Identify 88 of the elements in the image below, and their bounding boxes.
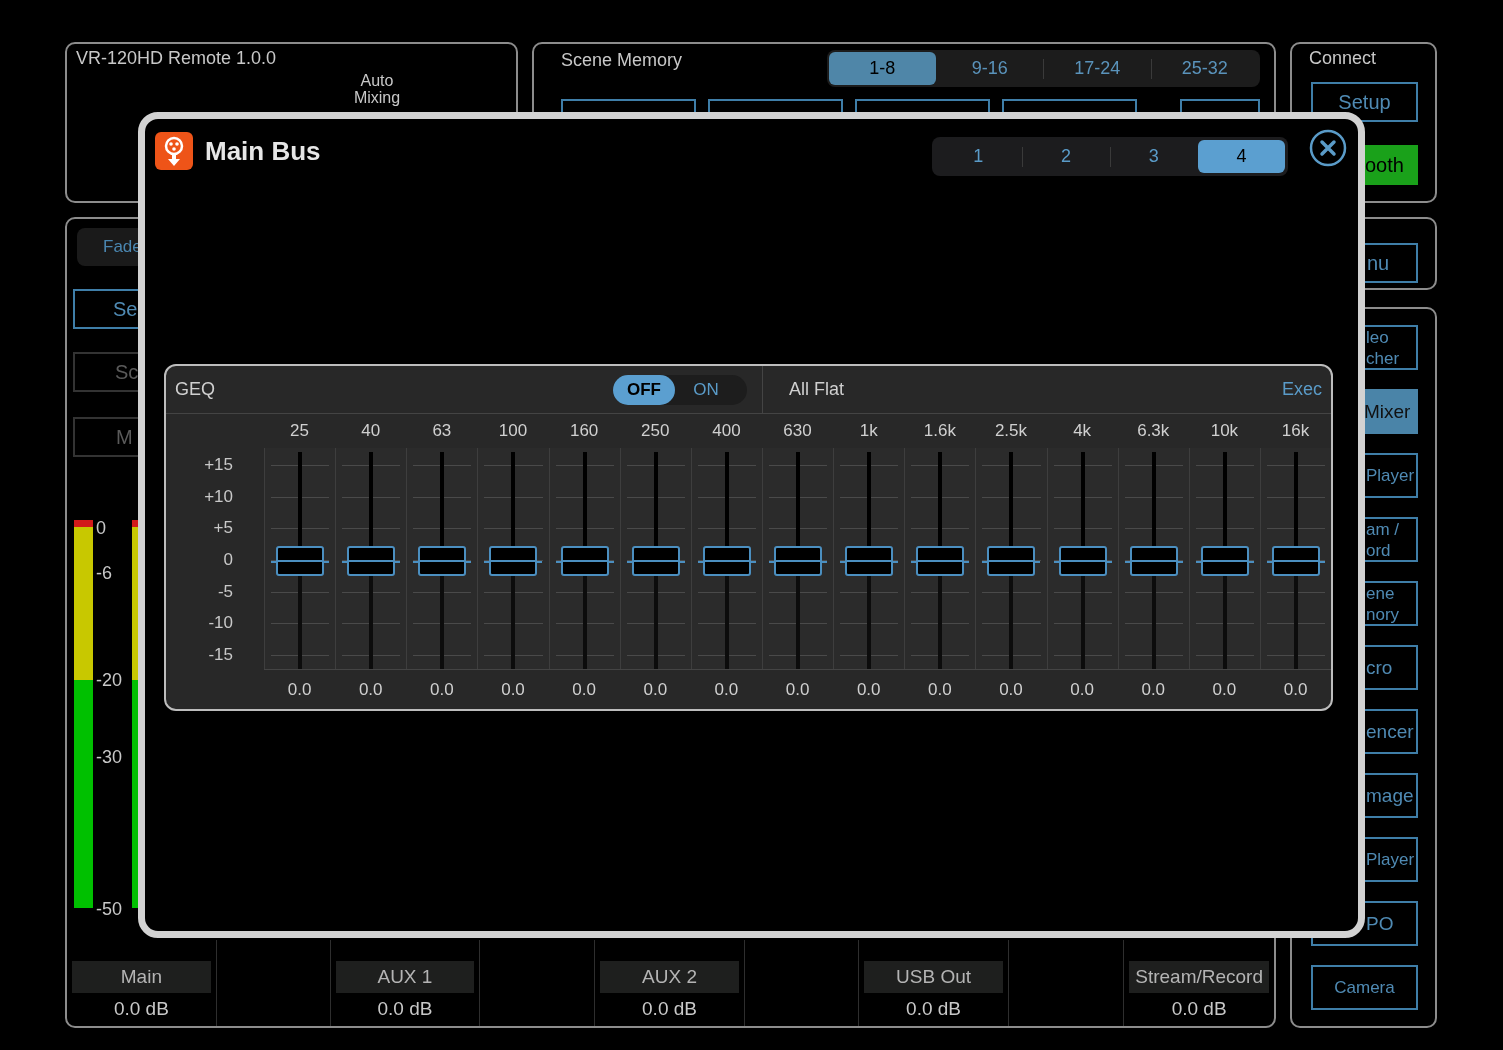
fader-handle[interactable] bbox=[555, 545, 614, 576]
gain-scale-label: 0 bbox=[223, 550, 233, 570]
band-gain-value: 0.0 bbox=[1140, 678, 1167, 701]
meter-scale-label: -30 bbox=[96, 747, 122, 767]
meter-scale-label: -50 bbox=[96, 899, 122, 919]
band-frequency: 630 bbox=[782, 420, 813, 443]
band-gain-value: 0.0 bbox=[855, 678, 882, 701]
fader-handle[interactable] bbox=[1195, 545, 1254, 576]
app-title: VR-120HD Remote 1.0.0 bbox=[75, 47, 277, 68]
fader-handle[interactable] bbox=[697, 545, 756, 576]
output-level: 0.0 dB bbox=[905, 997, 963, 1021]
band-gain-value: 0.0 bbox=[713, 678, 740, 701]
function-button[interactable]: Camera bbox=[1311, 965, 1418, 1010]
band-gain-value: 0.0 bbox=[1211, 678, 1238, 701]
page-tab[interactable]: 1 bbox=[935, 140, 1022, 173]
page-tab[interactable]: 4 bbox=[1198, 140, 1285, 173]
close-icon bbox=[1309, 129, 1347, 167]
output-level: 0.0 dB bbox=[376, 997, 434, 1021]
band-frequency: 160 bbox=[568, 420, 600, 443]
page-tab[interactable]: 3 bbox=[1110, 140, 1198, 173]
band-gain-value: 0.0 bbox=[500, 678, 526, 701]
gain-scale-label: -5 bbox=[217, 581, 233, 602]
connect-title: Connect bbox=[1308, 47, 1378, 68]
fader-handle[interactable] bbox=[1267, 545, 1326, 576]
fader-handle[interactable] bbox=[982, 545, 1041, 576]
geq-title: GEQ bbox=[175, 378, 215, 401]
meter-scale-label: 0 bbox=[96, 518, 106, 538]
fader-handle[interactable] bbox=[271, 545, 330, 576]
band-gain-value: 0.0 bbox=[784, 678, 811, 701]
band-frequency: 10k bbox=[1209, 420, 1240, 443]
fader-handle[interactable] bbox=[1053, 545, 1112, 576]
band-frequency: 250 bbox=[640, 420, 671, 443]
gain-scale-label: +15 bbox=[204, 455, 233, 475]
band-frequency: 100 bbox=[497, 420, 529, 443]
fader-handle[interactable] bbox=[1124, 545, 1183, 576]
band-gain-value: 0.0 bbox=[927, 678, 953, 701]
meter-scale-label: -20 bbox=[96, 670, 122, 690]
auto-mixing-label: Auto Mixing bbox=[352, 72, 402, 106]
fader-handle[interactable] bbox=[911, 545, 970, 576]
band-gain-value: 0.0 bbox=[642, 678, 669, 701]
page-tab[interactable]: 2 bbox=[1022, 140, 1110, 173]
dialog-title: Main Bus bbox=[205, 135, 321, 168]
band-gain-value: 0.0 bbox=[1282, 678, 1309, 701]
band-frequency: 4k bbox=[1072, 420, 1093, 443]
band-frequency: 40 bbox=[360, 420, 382, 443]
fader-handle[interactable] bbox=[840, 545, 899, 576]
band-gain-value: 0.0 bbox=[1069, 678, 1095, 701]
bank-tab[interactable]: 25-32 bbox=[1151, 52, 1258, 85]
bank-tab[interactable]: 9-16 bbox=[936, 52, 1043, 85]
output-name: AUX 1 bbox=[335, 961, 475, 993]
output-level: 0.0 dB bbox=[112, 997, 170, 1021]
output-name: Main bbox=[72, 961, 211, 993]
close-button[interactable] bbox=[1309, 129, 1347, 167]
band-frequency: 16k bbox=[1280, 420, 1311, 443]
gain-scale-label: +10 bbox=[204, 486, 233, 507]
band-gain-value: 0.0 bbox=[998, 678, 1024, 701]
bank-tab[interactable]: 17-24 bbox=[1044, 52, 1151, 85]
gain-scale-label: -15 bbox=[208, 645, 233, 665]
fader-handle[interactable] bbox=[342, 545, 401, 576]
output-level: 0.0 dB bbox=[1170, 997, 1228, 1021]
exec-button[interactable]: Exec bbox=[1281, 366, 1331, 413]
fader-handle[interactable] bbox=[413, 545, 472, 576]
band-frequency: 400 bbox=[711, 420, 742, 443]
band-frequency: 25 bbox=[289, 420, 311, 443]
gain-scale-label: -10 bbox=[208, 613, 233, 634]
band-frequency: 1.6k bbox=[922, 420, 957, 443]
meter-scale-label: -6 bbox=[96, 563, 112, 583]
switch-option[interactable]: ON bbox=[675, 374, 737, 405]
bank-tab[interactable]: 1-8 bbox=[829, 52, 936, 85]
band-frequency: 63 bbox=[431, 420, 453, 443]
band-gain-value: 0.0 bbox=[357, 678, 384, 701]
fader-handle[interactable] bbox=[769, 545, 828, 576]
preset-name: All Flat bbox=[788, 378, 844, 401]
fader-handle[interactable] bbox=[626, 545, 685, 576]
switch-option[interactable]: OFF bbox=[613, 374, 675, 405]
output-name: AUX 2 bbox=[600, 961, 739, 993]
fader-handle[interactable] bbox=[484, 545, 543, 576]
band-gain-value: 0.0 bbox=[571, 678, 597, 701]
band-frequency: 6.3k bbox=[1136, 420, 1171, 443]
scene-memory-title: Scene Memory bbox=[560, 50, 683, 70]
band-gain-value: 0.0 bbox=[429, 678, 455, 701]
band-frequency: 2.5k bbox=[993, 420, 1029, 443]
gain-scale-label: +5 bbox=[213, 518, 233, 539]
output-name: USB Out bbox=[863, 961, 1004, 993]
output-level: 0.0 dB bbox=[641, 997, 698, 1021]
band-gain-value: 0.0 bbox=[286, 678, 313, 701]
output-name: Stream/Record bbox=[1129, 961, 1269, 993]
band-frequency: 1k bbox=[858, 420, 879, 443]
